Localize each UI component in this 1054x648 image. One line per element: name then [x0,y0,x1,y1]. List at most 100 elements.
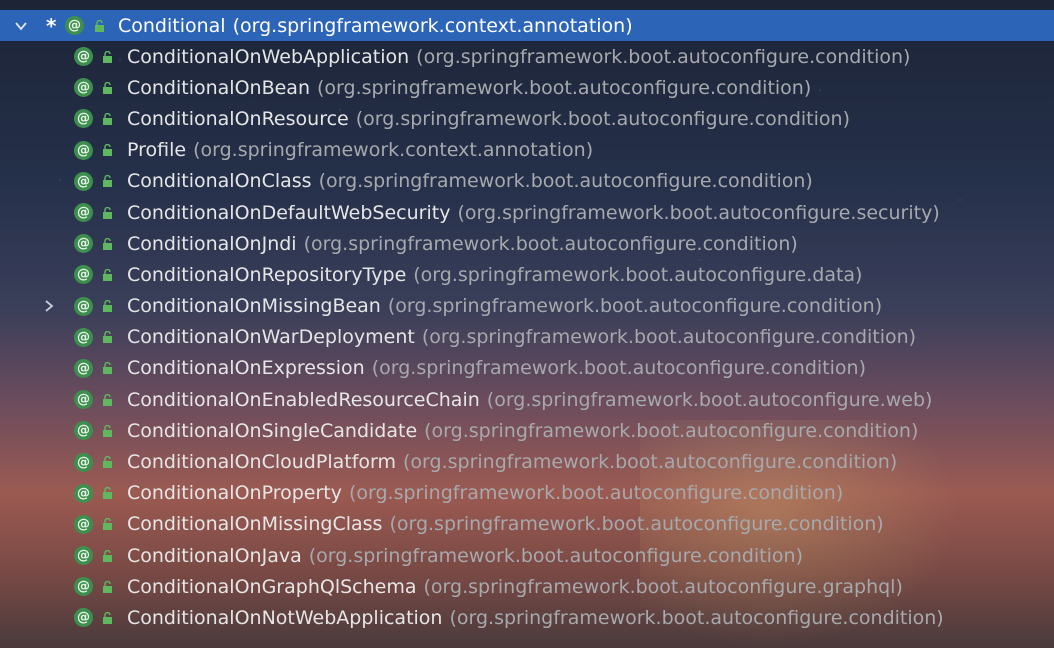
tree-row-label: ConditionalOnWebApplication (org.springfr… [127,46,910,68]
annotation-name: ConditionalOnBean [127,76,310,99]
annotation-name: ConditionalOnResource [127,107,349,130]
annotation-icon: @ [74,140,93,160]
lock-icon [102,549,113,562]
tree-row[interactable]: @ ConditionalOnMissingClass (org.springfra… [0,509,1054,540]
annotation-icon: @ [74,47,93,67]
tree-row[interactable]: @ ConditionalOnJndi (org.springframework.b… [0,228,1054,259]
lock-icon [102,81,113,94]
tree-row[interactable]: @ ConditionalOnJava (org.springframework.b… [0,540,1054,571]
annotation-icon: @ [74,358,93,378]
tree-row[interactable]: @ ConditionalOnEnabledResourceChain (org.s… [0,384,1054,415]
tree-row-label: ConditionalOnClass (org.springframework.b… [127,170,813,192]
lock-icon [102,175,113,188]
tree-row-label: ConditionalOnRepositoryType (org.springfr… [127,264,862,286]
lock-icon [102,268,113,281]
chevron-down-icon[interactable] [12,17,30,35]
annotation-name: ConditionalOnRepositoryType [127,263,407,286]
annotation-icon: @ [74,608,93,628]
tree-row[interactable]: @ ConditionalOnBean (org.springframework.b… [0,72,1054,103]
annotation-name: ConditionalOnJndi [127,232,297,255]
annotation-package: (org.springframework.boot.autoconfigure.… [355,107,850,130]
annotation-package: (org.springframework.context.annotation) [193,139,594,162]
annotation-name: Profile [127,139,187,162]
annotation-name: Conditional [118,14,226,37]
tree-row-label: ConditionalOnDefaultWebSecurity (org.spri… [127,202,940,224]
lock-icon [102,362,113,375]
tree-row[interactable]: @ ConditionalOnGraphQlSchema (org.springfr… [0,571,1054,602]
annotation-package: (org.springframework.context.annotation) [232,14,633,37]
tree-row-label: ConditionalOnCloudPlatform (org.springfra… [127,451,897,473]
annotation-package: (org.springframework.boot.autoconfigure.… [389,513,884,536]
annotation-name: ConditionalOnWebApplication [127,45,410,68]
annotation-name: ConditionalOnCloudPlatform [127,451,396,474]
tree-row-label: ConditionalOnSingleCandidate (org.springf… [127,420,918,442]
tree-row-label: ConditionalOnEnabledResourceChain (org.sp… [127,389,932,411]
lock-icon [102,50,113,63]
tree-row-root[interactable]: * @ Conditional (org.springframework.cont… [0,10,1054,41]
tree-row-label: ConditionalOnNotWebApplication (org.sprin… [127,607,944,629]
annotation-package: (org.springframework.boot.autoconfigure.… [403,451,898,474]
lock-icon [102,144,113,157]
tree-row[interactable]: @ ConditionalOnMissingBean (org.springfram… [0,291,1054,322]
tree-row[interactable]: @ Profile (org.springframework.context.ann… [0,135,1054,166]
annotation-icon: @ [74,234,93,254]
chevron-right-icon[interactable] [40,297,58,315]
annotation-package: (org.springframework.boot.autoconfigure.… [348,482,844,505]
lock-icon [102,424,113,437]
tree-row[interactable]: @ ConditionalOnExpression (org.springframe… [0,353,1054,384]
lock-icon [102,331,113,344]
lock-icon [102,611,113,624]
tree-row-label: ConditionalOnGraphQlSchema (org.springfra… [127,576,903,598]
lock-icon [102,300,113,313]
annotation-package: (org.springframework.boot.autoconfigure.… [486,388,933,411]
annotation-icon: @ [74,514,93,534]
tree-row[interactable]: @ ConditionalOnNotWebApplication (org.spri… [0,602,1054,633]
tree-row[interactable]: @ ConditionalOnWebApplication (org.springf… [0,41,1054,72]
annotation-package: (org.springframework.boot.autoconfigure.… [308,544,803,567]
tree-row-label: ConditionalOnMissingClass (org.springfram… [127,513,884,535]
annotation-package: (org.springframework.boot.autoconfigure.… [387,295,883,318]
current-marker: * [46,13,57,38]
lock-icon [102,393,113,406]
tree-row[interactable]: @ ConditionalOnDefaultWebSecurity (org.spr… [0,197,1054,228]
annotation-name: ConditionalOnExpression [127,357,365,380]
tree-row-label: ConditionalOnJndi (org.springframework.bo… [127,233,798,255]
tree-row[interactable]: @ ConditionalOnRepositoryType (org.springf… [0,259,1054,290]
annotation-icon: @ [74,109,93,129]
annotation-icon: @ [74,171,93,191]
annotation-package: (org.springframework.boot.autoconfigure.… [413,263,863,286]
tree-row[interactable]: @ ConditionalOnCloudPlatform (org.springfr… [0,446,1054,477]
lock-icon [102,456,113,469]
tree-row[interactable]: @ ConditionalOnWarDeployment (org.springfr… [0,322,1054,353]
annotation-icon: @ [74,265,93,285]
lock-icon [102,206,113,219]
annotation-package: (org.springframework.boot.autoconfigure.… [317,76,812,99]
tree-row[interactable]: @ ConditionalOnResource (org.springframewo… [0,103,1054,134]
annotation-package: (org.springframework.boot.autoconfigure.… [457,201,940,224]
annotation-name: ConditionalOnNotWebApplication [127,606,443,629]
annotation-name: ConditionalOnGraphQlSchema [127,575,417,598]
annotation-name: ConditionalOnSingleCandidate [127,419,418,442]
annotation-package: (org.springframework.boot.autoconfigure.… [318,170,813,193]
lock-icon [102,580,113,593]
annotation-name: ConditionalOnClass [127,170,312,193]
tree-row[interactable]: @ ConditionalOnSingleCandidate (org.spring… [0,415,1054,446]
annotation-icon: @ [74,577,93,597]
tree-row-label: ConditionalOnJava (org.springframework.bo… [127,545,803,567]
annotation-name: ConditionalOnProperty [127,482,342,505]
annotation-package: (org.springframework.boot.autoconfigure.… [423,575,903,598]
tree-row[interactable]: @ ConditionalOnClass (org.springframework.… [0,166,1054,197]
tree-row-label: ConditionalOnMissingBean (org.springframe… [127,295,882,317]
annotation-package: (org.springframework.boot.autoconfigure.… [303,232,798,255]
annotation-package: (org.springframework.boot.autoconfigure.… [371,357,866,380]
annotation-icon: @ [74,421,93,441]
annotation-name: ConditionalOnEnabledResourceChain [127,388,480,411]
annotation-icon: @ [74,483,93,503]
type-hierarchy-tree: * @ Conditional (org.springframework.cont… [0,10,1054,634]
tree-row[interactable]: @ ConditionalOnProperty (org.springframewo… [0,478,1054,509]
annotation-package: (org.springframework.boot.autoconfigure.… [421,326,917,349]
lock-icon [94,19,105,32]
annotation-package: (org.springframework.boot.autoconfigure.… [424,419,919,442]
annotation-icon: @ [74,390,93,410]
annotation-package: (org.springframework.boot.autoconfigure.… [449,606,944,629]
